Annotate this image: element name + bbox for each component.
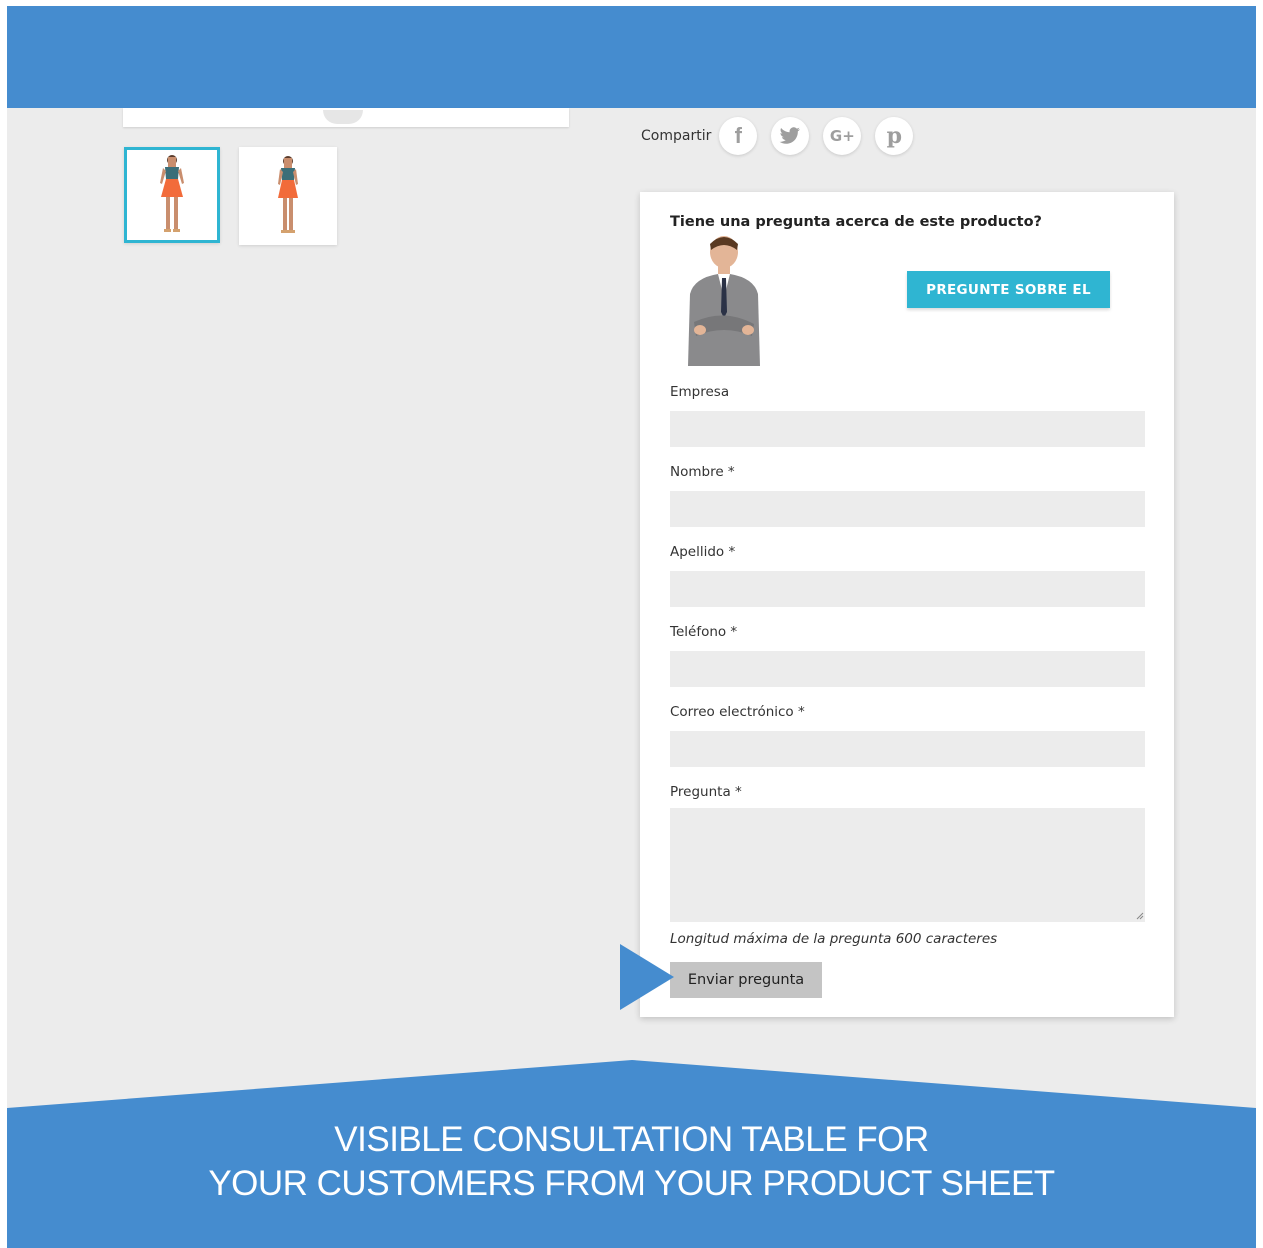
- businessman-avatar: [688, 236, 760, 366]
- model-figure-icon: [278, 156, 298, 233]
- resize-grip-icon[interactable]: [1136, 912, 1144, 920]
- banner-line-2: YOUR CUSTOMERS FROM YOUR PRODUCT SHEET: [208, 1164, 1055, 1203]
- first-name-field[interactable]: [670, 491, 1145, 527]
- email-field[interactable]: [670, 731, 1145, 767]
- twitter-bird-shape: [779, 127, 801, 144]
- max-length-hint: Longitud máxima de la pregunta 600 carac…: [670, 931, 998, 947]
- google-plus-icon[interactable]: G+: [823, 117, 862, 155]
- first-name-label: Nombre *: [670, 464, 735, 480]
- pinterest-glyph: p: [886, 123, 903, 149]
- question-label: Pregunta *: [670, 784, 742, 800]
- image-shadow: [323, 110, 363, 124]
- twitter-icon[interactable]: [771, 117, 810, 155]
- last-name-field[interactable]: [670, 571, 1145, 607]
- google-plus-glyph: G+: [829, 127, 855, 145]
- send-question-button[interactable]: Enviar pregunta: [670, 962, 822, 998]
- facebook-icon[interactable]: f: [719, 117, 758, 155]
- pointer-arrow-icon: [620, 944, 674, 1010]
- share-row: Compartir f G+ p: [641, 116, 927, 156]
- banner-caption: VISIBLE CONSULTATION TABLE FOR YOUR CUST…: [7, 1118, 1256, 1206]
- email-label: Correo electrónico *: [670, 704, 805, 720]
- model-figure-icon: [160, 155, 184, 232]
- phone-field[interactable]: [670, 651, 1145, 687]
- question-textarea[interactable]: [670, 808, 1145, 922]
- last-name-label: Apellido *: [670, 544, 736, 560]
- pinterest-icon[interactable]: p: [875, 117, 914, 155]
- company-label: Empresa: [670, 384, 730, 400]
- share-label: Compartir: [641, 128, 712, 144]
- facebook-glyph: f: [734, 123, 742, 148]
- banner-line-1: VISIBLE CONSULTATION TABLE FOR: [334, 1120, 929, 1159]
- top-banner: [7, 6, 1256, 108]
- phone-label: Teléfono *: [670, 624, 738, 640]
- company-field[interactable]: [670, 411, 1145, 447]
- product-thumbnail-2[interactable]: [239, 147, 337, 245]
- screenshot-frame: Compartir f G+ p Tiene una pregunta acer…: [7, 6, 1256, 1248]
- form-title: Tiene una pregunta acerca de este produc…: [670, 214, 1042, 230]
- main-product-image: [123, 108, 569, 127]
- product-thumbnail-1[interactable]: [124, 147, 220, 243]
- ask-about-product-button[interactable]: PREGUNTE SOBRE EL: [907, 271, 1110, 308]
- question-form-card: Tiene una pregunta acerca de este produc…: [640, 192, 1174, 1017]
